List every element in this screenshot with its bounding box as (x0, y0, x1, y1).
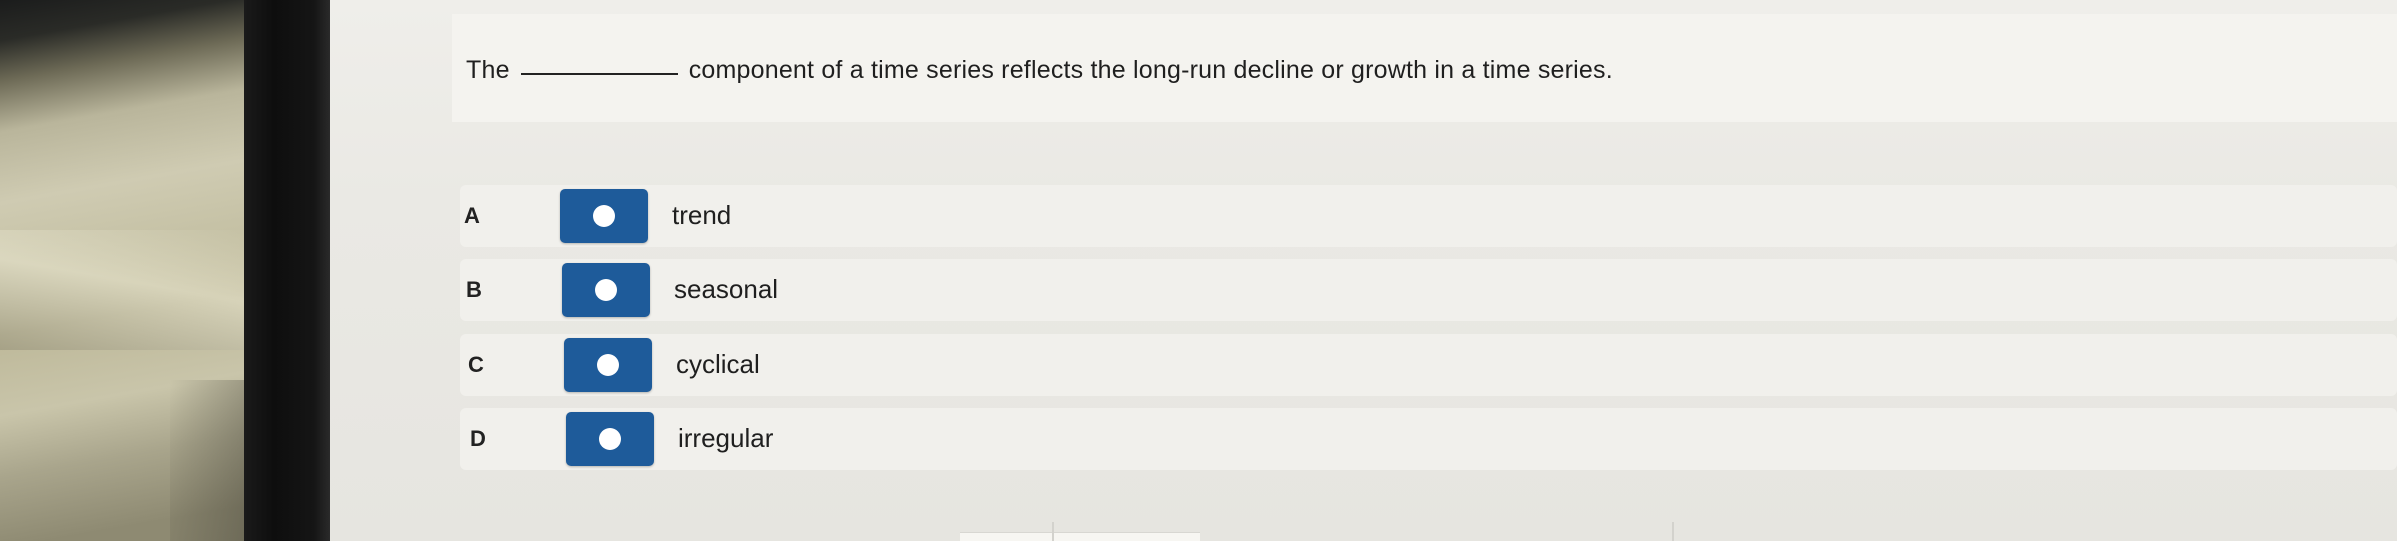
radio-button-a[interactable] (560, 189, 648, 243)
option-label: irregular (678, 423, 774, 453)
radio-dot-icon (595, 279, 617, 301)
option-row-d[interactable]: D irregular (460, 408, 2397, 470)
option-row-b[interactable]: B seasonal (460, 259, 2397, 321)
radio-button-d[interactable] (566, 412, 654, 466)
radio-dot-icon (593, 205, 615, 227)
question-suffix: component of a time series reflects the … (688, 56, 1613, 84)
option-label: seasonal (674, 274, 779, 304)
radio-button-b[interactable] (562, 263, 650, 317)
option-row-c[interactable]: C cyclical (460, 334, 2397, 396)
question-text: The component of a time series reflects t… (466, 56, 1613, 85)
radio-dot-icon (599, 428, 621, 450)
radio-dot-icon (597, 354, 619, 376)
quiz-screen: The component of a time series reflects t… (330, 0, 2397, 541)
option-letter: D (470, 426, 486, 451)
divider-tick (1672, 522, 1674, 541)
divider-tick (1052, 522, 1054, 541)
answer-blank (520, 73, 678, 75)
background-fabric (0, 0, 260, 541)
option-label: cyclical (676, 349, 760, 379)
bottom-tab (960, 532, 1200, 541)
option-letter: A (464, 203, 480, 228)
option-letter: B (466, 277, 482, 302)
photo-scene: The component of a time series reflects t… (0, 0, 2397, 541)
monitor-bezel (244, 0, 330, 541)
radio-button-c[interactable] (564, 338, 652, 392)
option-letter: C (468, 352, 484, 377)
question-prefix: The (466, 56, 510, 84)
option-row-a[interactable]: A trend (460, 185, 2397, 247)
option-label: trend (672, 200, 732, 230)
